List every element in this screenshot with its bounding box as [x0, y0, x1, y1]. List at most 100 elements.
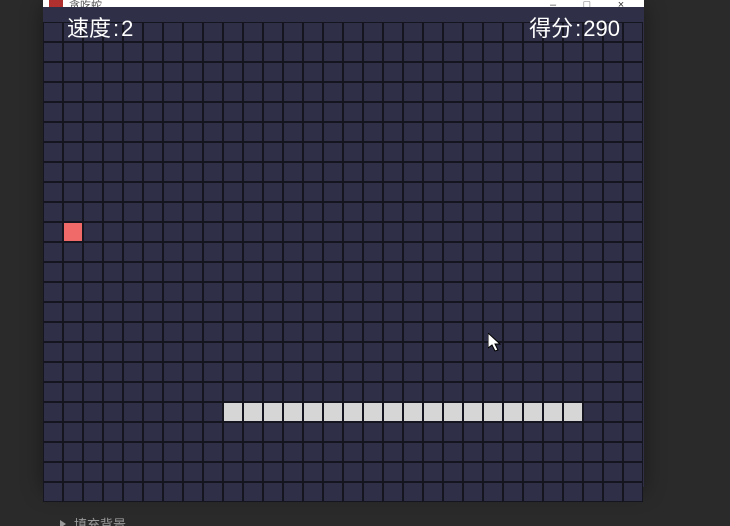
grid-cell [123, 122, 143, 142]
grid-cell [183, 382, 203, 402]
grid-cell [203, 382, 223, 402]
grid-cell [263, 82, 283, 102]
grid-cell [483, 342, 503, 362]
grid-cell [423, 142, 443, 162]
grid-cell [263, 22, 283, 42]
grid-cell [423, 22, 443, 42]
grid-cell [623, 202, 643, 222]
snake-cell [443, 402, 463, 422]
grid-cell [203, 122, 223, 142]
grid-cell [123, 162, 143, 182]
grid-cell [103, 282, 123, 302]
grid-cell [123, 482, 143, 502]
game-canvas[interactable]: 速度:2 得分:290 [43, 7, 644, 487]
grid-cell [363, 362, 383, 382]
grid-cell [443, 382, 463, 402]
grid-cell [83, 322, 103, 342]
grid-cell [523, 62, 543, 82]
grid-cell [303, 62, 323, 82]
grid-cell [243, 362, 263, 382]
grid-cell [603, 42, 623, 62]
grid-cell [603, 282, 623, 302]
grid-cell [363, 82, 383, 102]
grid-cell [263, 202, 283, 222]
grid-cell [543, 182, 563, 202]
grid-cell [483, 22, 503, 42]
grid-cell [543, 262, 563, 282]
maximize-button[interactable]: □ [570, 0, 604, 7]
grid-cell [563, 262, 583, 282]
grid-cell [383, 302, 403, 322]
grid-cell [203, 242, 223, 262]
grid-cell [603, 442, 623, 462]
grid-cell [263, 442, 283, 462]
grid-cell [123, 442, 143, 462]
grid-cell [223, 382, 243, 402]
window-titlebar[interactable]: 贪吃蛇 – □ × [43, 0, 644, 7]
grid-cell [463, 62, 483, 82]
grid-cell [623, 162, 643, 182]
grid-cell [263, 362, 283, 382]
snake-cell [463, 402, 483, 422]
grid-cell [63, 202, 83, 222]
grid-cell [543, 142, 563, 162]
close-button[interactable]: × [604, 0, 638, 7]
grid-cell [363, 462, 383, 482]
grid-cell [583, 182, 603, 202]
grid-cell [83, 342, 103, 362]
grid-cell [423, 82, 443, 102]
grid-cell [203, 82, 223, 102]
grid-cell [243, 382, 263, 402]
grid-cell [463, 202, 483, 222]
food-cell [63, 222, 83, 242]
grid-cell [203, 42, 223, 62]
grid-cell [623, 322, 643, 342]
grid-cell [523, 22, 543, 42]
grid-cell [583, 242, 603, 262]
grid-cell [523, 422, 543, 442]
minimize-button[interactable]: – [536, 0, 570, 7]
grid-cell [543, 22, 563, 42]
grid-cell [143, 42, 163, 62]
grid-cell [103, 202, 123, 222]
grid-cell [383, 482, 403, 502]
grid-cell [483, 322, 503, 342]
grid-cell [163, 402, 183, 422]
grid-cell [163, 242, 183, 262]
grid-cell [543, 82, 563, 102]
grid-cell [623, 242, 643, 262]
grid-cell [563, 22, 583, 42]
grid-cell [143, 222, 163, 242]
grid-cell [523, 302, 543, 322]
grid-cell [183, 302, 203, 322]
grid-cell [83, 262, 103, 282]
grid-cell [363, 142, 383, 162]
grid-cell [363, 382, 383, 402]
grid-cell [503, 362, 523, 382]
grid-cell [623, 462, 643, 482]
grid-cell [63, 342, 83, 362]
grid-cell [183, 222, 203, 242]
grid-cell [343, 362, 363, 382]
grid-cell [603, 322, 623, 342]
grid-cell [503, 182, 523, 202]
grid-cell [363, 202, 383, 222]
grid-cell [483, 482, 503, 502]
grid-cell [203, 442, 223, 462]
grid-cell [563, 302, 583, 322]
grid-cell [343, 282, 363, 302]
grid-cell [443, 102, 463, 122]
grid-cell [463, 382, 483, 402]
grid-cell [563, 362, 583, 382]
grid-cell [203, 342, 223, 362]
grid-cell [263, 262, 283, 282]
grid-cell [43, 322, 63, 342]
grid-cell [43, 362, 63, 382]
grid-cell [403, 422, 423, 442]
grid-cell [263, 182, 283, 202]
grid-cell [343, 42, 363, 62]
grid-cell [323, 262, 343, 282]
grid-cell [163, 422, 183, 442]
grid-cell [303, 282, 323, 302]
grid-cell [43, 382, 63, 402]
